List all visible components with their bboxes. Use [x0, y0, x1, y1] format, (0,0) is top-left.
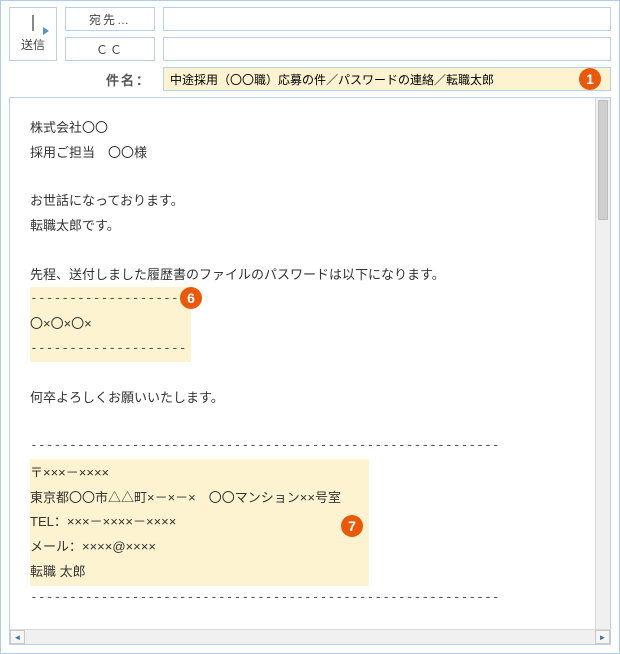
to-button[interactable]: 宛先…: [65, 7, 155, 31]
annotation-badge-7: 7: [341, 515, 363, 537]
sig-address: 東京都〇〇市△△町×－×－× 〇〇マンション××号室: [30, 486, 341, 511]
body-line-greeting1: お世話になっております。: [30, 189, 590, 214]
body-line-greeting2: 転職太郎です。: [30, 214, 590, 239]
dash-bottom: --------------------: [30, 337, 187, 362]
subject-row: 件名： 1: [65, 67, 611, 91]
subject-label: 件名：: [65, 70, 155, 89]
to-row: 宛先…: [65, 7, 611, 31]
sig-tel: TEL：×××－××××－××××: [30, 510, 341, 535]
subject-wrap: 1: [163, 67, 611, 91]
horizontal-scrollbar[interactable]: ◄ ►: [10, 629, 610, 644]
annotation-badge-6: 6: [180, 287, 202, 309]
cc-button[interactable]: ＣＣ: [65, 37, 155, 61]
message-body[interactable]: 株式会社〇〇 採用ご担当 〇〇様 お世話になっております。 転職太郎です。 先程…: [10, 98, 610, 629]
send-button[interactable]: 送信: [9, 7, 57, 61]
cc-input[interactable]: [163, 37, 611, 61]
cc-row: ＣＣ: [65, 37, 611, 61]
dash-top: --------------------: [30, 287, 187, 312]
sig-postal: 〒×××－××××: [30, 461, 341, 486]
sig-name: 転職 太郎: [30, 560, 341, 585]
to-input[interactable]: [163, 7, 611, 31]
sig-dash-bottom: ----------------------------------------…: [30, 586, 590, 611]
body-line-recipient: 採用ご担当 〇〇様: [30, 141, 590, 166]
header-fields: 宛先… ＣＣ 件名： 1: [65, 7, 611, 91]
message-body-area: 株式会社〇〇 採用ご担当 〇〇様 お世話になっております。 転職太郎です。 先程…: [9, 97, 611, 645]
send-label: 送信: [21, 36, 45, 53]
password-value: 〇×〇×〇×: [30, 312, 187, 337]
body-line-company: 株式会社〇〇: [30, 116, 590, 141]
annotation-badge-1: 1: [579, 68, 601, 90]
scrollbar-thumb[interactable]: [598, 100, 608, 220]
body-line-closing: 何卒よろしくお願いいたします。: [30, 386, 590, 411]
subject-input[interactable]: [163, 67, 611, 91]
compose-header: 送信 宛先… ＣＣ 件名： 1: [1, 1, 619, 95]
body-line-intro: 先程、送付しました履歴書のファイルのパスワードは以下になります。: [30, 263, 590, 288]
scroll-right-button[interactable]: ►: [595, 630, 610, 644]
password-block: -------------------- 〇×〇×〇× ------------…: [30, 287, 191, 361]
sig-mail: メール：××××@××××: [30, 535, 341, 560]
vertical-scrollbar[interactable]: [595, 98, 610, 629]
sig-dash-top: ----------------------------------------…: [30, 434, 590, 459]
send-envelope-icon: [19, 16, 47, 34]
signature-block: 〒×××－×××× 東京都〇〇市△△町×－×－× 〇〇マンション××号室 TEL…: [30, 459, 369, 586]
email-compose-window: 送信 宛先… ＣＣ 件名： 1 株式会社〇〇 採用ご担当 〇〇様: [0, 0, 620, 654]
scroll-left-button[interactable]: ◄: [10, 630, 25, 644]
